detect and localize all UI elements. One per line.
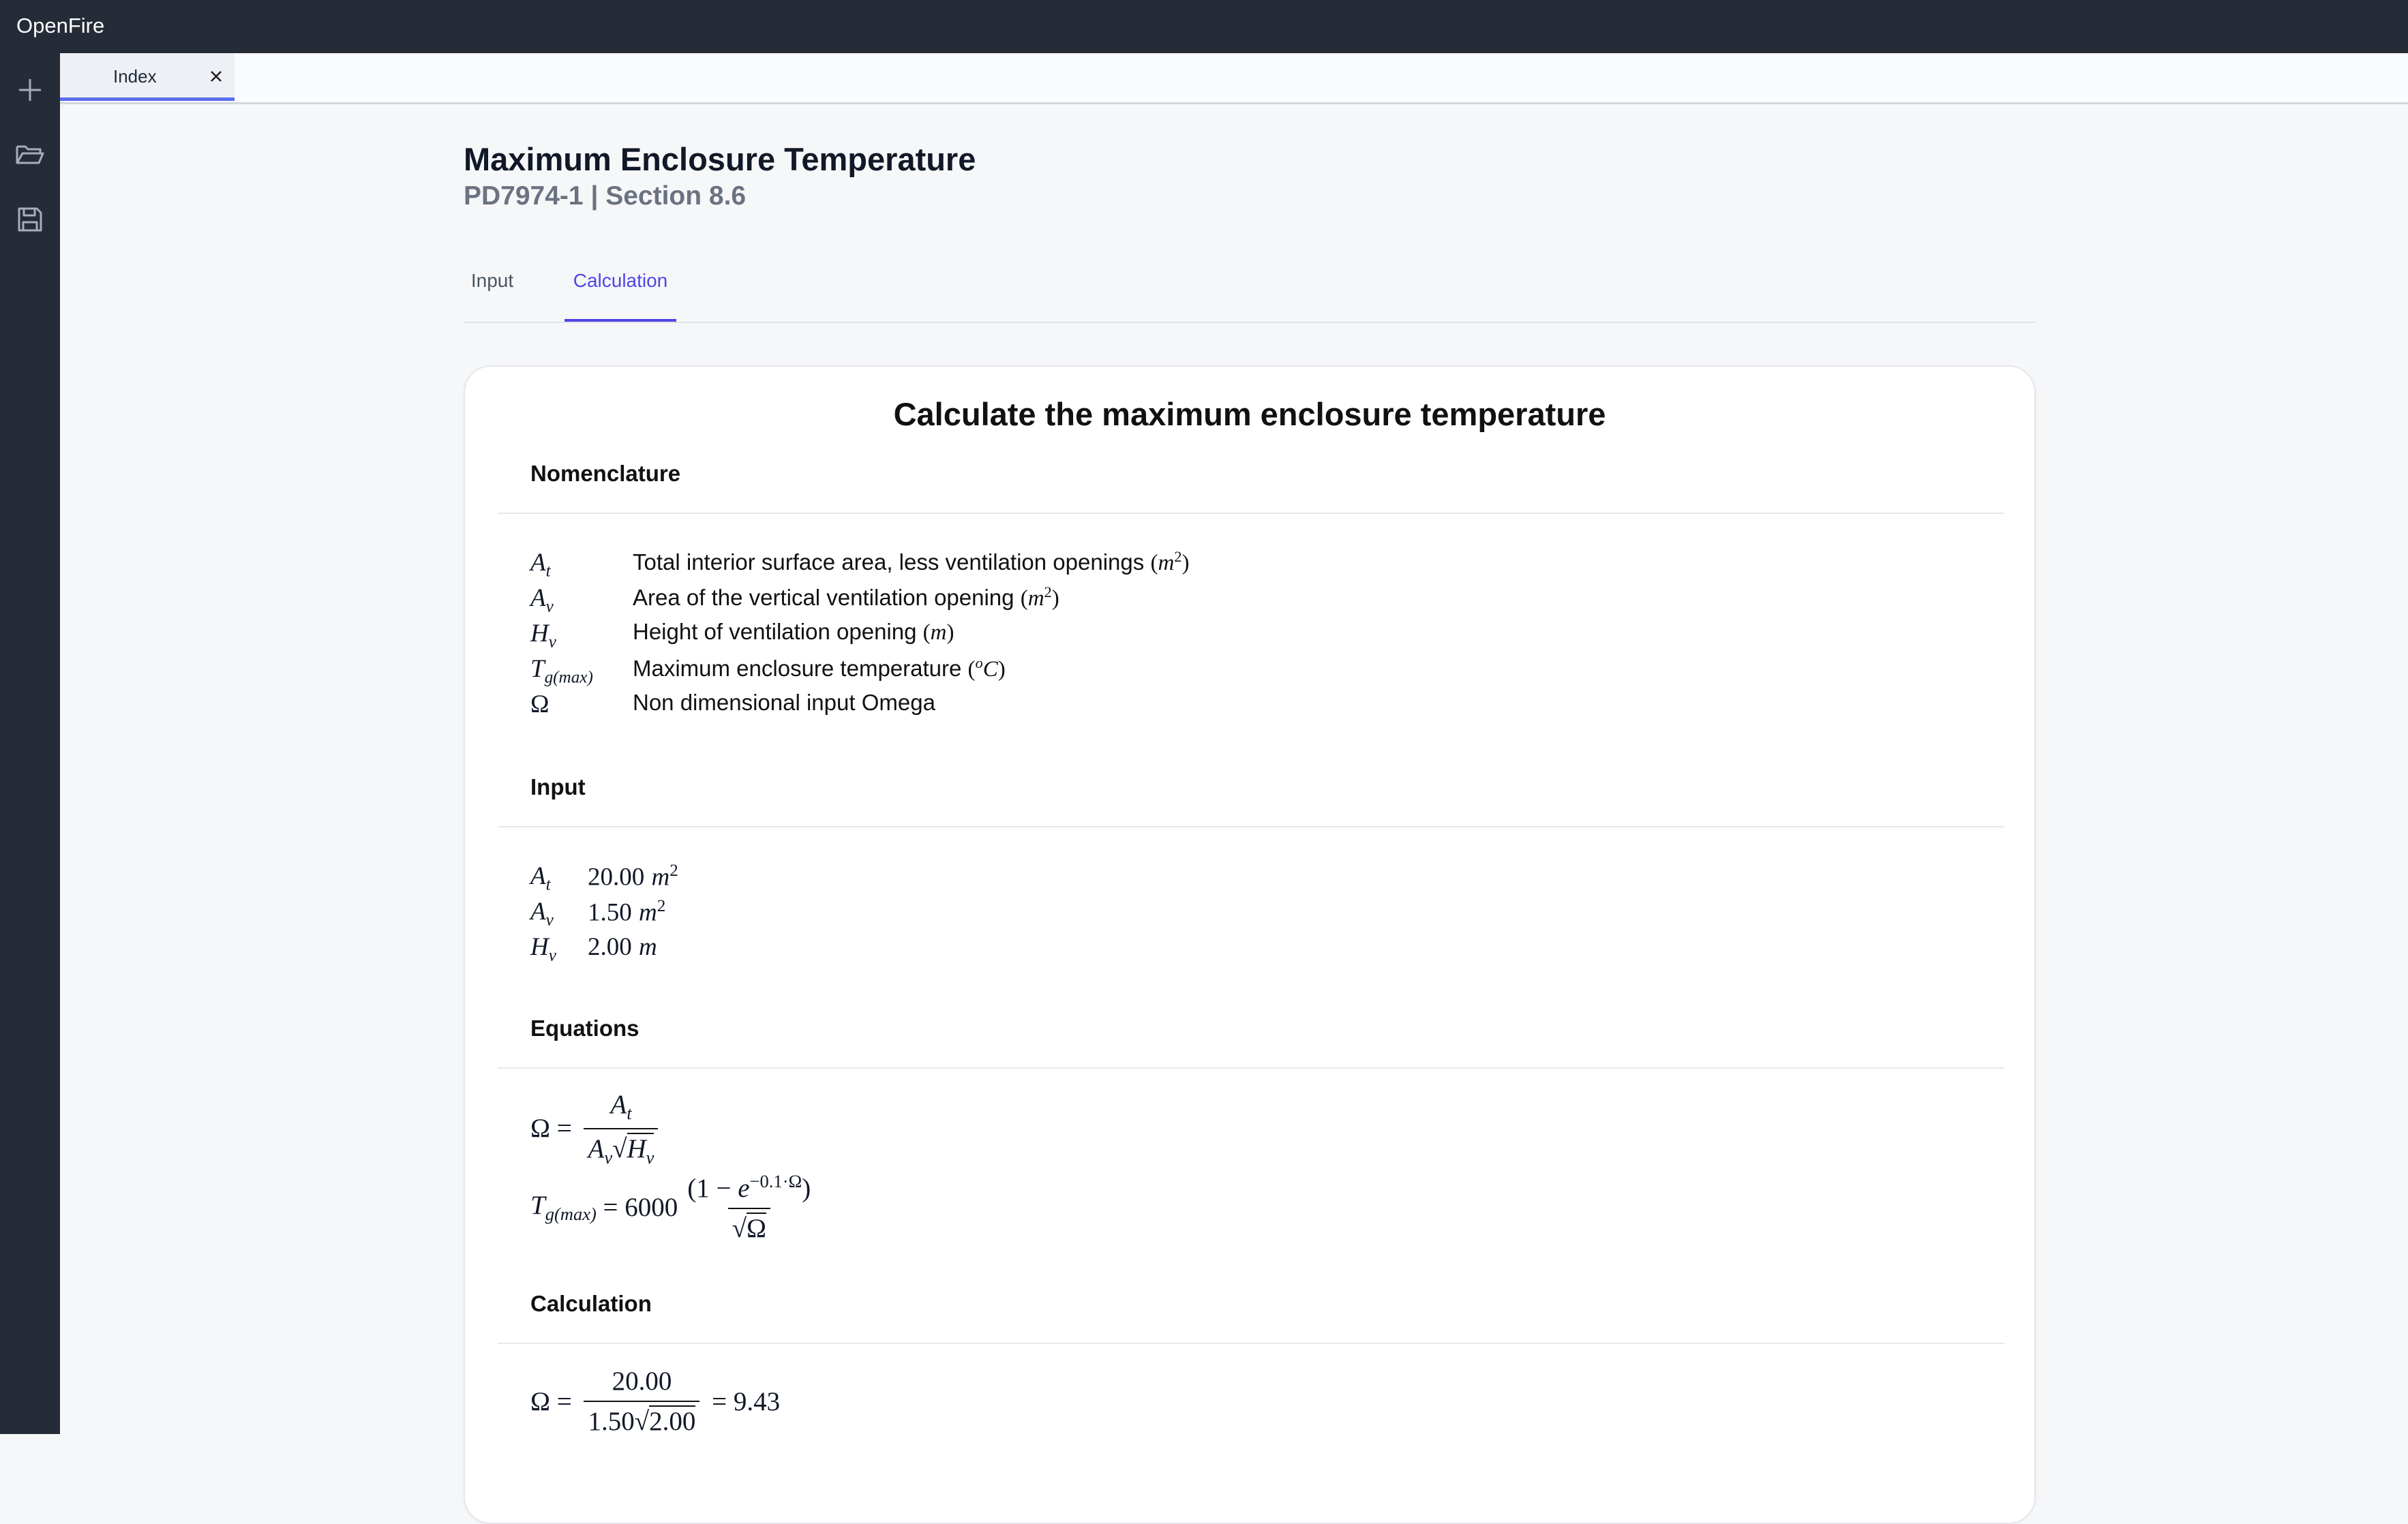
calculation-card: Calculate the maximum enclosure temperat… [464, 365, 2036, 1524]
new-file-button[interactable] [11, 71, 49, 109]
file-tab-label: Index [113, 66, 157, 87]
input-heading: Input [530, 774, 586, 799]
omega-equation: Ω = At Av√Hv [530, 1089, 663, 1168]
divider [498, 1067, 2004, 1069]
nomenclature-symbol: At [530, 549, 551, 581]
open-file-button[interactable] [11, 135, 49, 173]
nomenclature-description: Non dimensional input Omega [633, 690, 935, 715]
card-title: Calculate the maximum enclosure temperat… [893, 396, 1606, 432]
sidebar [0, 53, 60, 1434]
title-bar: OpenFire [0, 0, 2408, 53]
main-content: Maximum Enclosure Temperature PD7974-1 |… [60, 102, 2408, 1524]
page-title: Maximum Enclosure Temperature [464, 141, 976, 177]
view-tabs: Input Calculation [464, 259, 2036, 323]
save-file-button[interactable] [11, 200, 49, 239]
calculation-heading: Calculation [530, 1291, 652, 1316]
folder-open-icon [16, 145, 44, 164]
page-subtitle: PD7974-1 | Section 8.6 [464, 181, 747, 211]
input-value: 2.00 m [588, 933, 657, 961]
tab-calculation[interactable]: Calculation [565, 259, 676, 322]
file-tab-index[interactable]: Index [60, 53, 235, 101]
input-symbol: At [530, 862, 551, 894]
input-value: 1.50 m2 [588, 897, 666, 927]
tmax-equation: Tg(max) = 6000 (1 − e−0.1·Ω) √Ω [530, 1171, 811, 1243]
divider [498, 513, 2004, 514]
omega-calculation: Ω = 20.00 1.50√2.00 = 9.43 [530, 1367, 781, 1436]
close-icon [211, 71, 222, 82]
nomenclature-description: Height of ventilation opening (m) [633, 619, 954, 645]
save-icon [18, 207, 42, 232]
nomenclature-description: Total interior surface area, less ventil… [633, 548, 1190, 575]
nomenclature-symbol: Hv [530, 620, 556, 652]
input-symbol: Av [530, 898, 554, 930]
nomenclature-description: Area of the vertical ventilation opening… [633, 583, 1059, 611]
close-tab-button[interactable] [205, 65, 228, 88]
divider [498, 1343, 2004, 1344]
nomenclature-description: Maximum enclosure temperature (oC) [633, 654, 1006, 682]
tab-input[interactable]: Input [464, 259, 521, 322]
nomenclature-symbol: Ω [530, 690, 550, 718]
nomenclature-symbol: Tg(max) [530, 655, 593, 687]
plus-icon [19, 79, 41, 101]
input-value: 20.00 m2 [588, 862, 678, 891]
input-symbol: Hv [530, 933, 556, 965]
app-title: OpenFire [16, 14, 105, 37]
nomenclature-symbol: Av [530, 584, 554, 616]
file-tab-bar: Index [60, 53, 2408, 104]
divider [498, 826, 2004, 827]
nomenclature-heading: Nomenclature [530, 461, 681, 486]
equations-heading: Equations [530, 1016, 639, 1041]
